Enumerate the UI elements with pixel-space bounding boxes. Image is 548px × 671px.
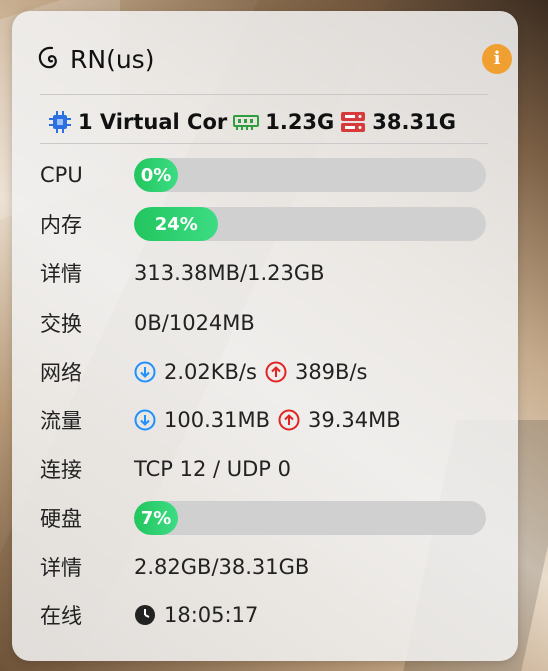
traffic-up-value: 39.34MB xyxy=(308,408,401,432)
cpu-spec: 1 Virtual Cor xyxy=(78,110,228,134)
memory-percent: 24% xyxy=(154,213,198,235)
cpu-chip-icon xyxy=(49,111,71,133)
debian-swirl-icon xyxy=(38,46,57,69)
traffic-row: 流量 100.31MB 39.34MB xyxy=(40,402,488,438)
online-label: 在线 xyxy=(40,604,82,628)
swap-value: 0B/1024MB xyxy=(134,311,255,335)
specs-summary: 1 Virtual Cor 1.23G 38.31G xyxy=(48,104,456,140)
memory-detail-label: 详情 xyxy=(40,262,82,286)
memory-progress-fill: 24% xyxy=(134,207,219,241)
disk-percent: 7% xyxy=(140,507,172,529)
swap-row: 交换 0B/1024MB xyxy=(40,305,488,341)
online-row: 在线 18:05:17 xyxy=(40,597,488,633)
cpu-row: CPU 0% xyxy=(40,157,488,193)
download-arrow-icon xyxy=(134,361,156,383)
traffic-label: 流量 xyxy=(40,409,82,433)
server-title: RN(us) xyxy=(70,45,155,74)
clock-icon xyxy=(135,605,155,625)
disk-detail-row: 详情 2.82GB/38.31GB xyxy=(40,549,488,585)
disk-detail-label: 详情 xyxy=(40,556,82,580)
upload-arrow-icon xyxy=(265,361,287,383)
cpu-percent: 0% xyxy=(140,164,172,186)
upload-arrow-icon xyxy=(278,409,300,431)
disk-detail-value: 2.82GB/38.31GB xyxy=(134,555,310,579)
network-row: 网络 2.02KB/s 389B/s xyxy=(40,354,488,390)
swap-label: 交换 xyxy=(40,312,82,336)
divider-top xyxy=(40,94,488,95)
memory-label: 内存 xyxy=(40,213,82,237)
ram-spec: 1.23G xyxy=(265,110,335,134)
network-down-value: 2.02KB/s xyxy=(164,360,257,384)
connections-value: TCP 12 / UDP 0 xyxy=(134,457,291,481)
card-header: RN(us) i xyxy=(36,36,512,92)
cpu-progress-fill: 0% xyxy=(134,158,178,192)
disk-row: 硬盘 7% xyxy=(40,500,488,536)
memory-detail-row: 详情 313.38MB/1.23GB xyxy=(40,255,488,291)
disk-progress-fill: 7% xyxy=(134,501,178,535)
info-icon[interactable]: i xyxy=(482,44,512,74)
connections-row: 连接 TCP 12 / UDP 0 xyxy=(40,451,488,487)
memory-detail-value: 313.38MB/1.23GB xyxy=(134,261,325,285)
network-up-value: 389B/s xyxy=(294,360,368,384)
download-arrow-icon xyxy=(134,409,156,431)
server-disk-icon xyxy=(341,112,366,132)
online-value: 18:05:17 xyxy=(164,603,259,627)
network-label: 网络 xyxy=(40,361,82,385)
traffic-down-value: 100.31MB xyxy=(164,408,271,432)
connections-label: 连接 xyxy=(40,458,82,482)
cpu-label: CPU xyxy=(40,163,83,187)
disk-spec: 38.31G xyxy=(372,110,456,134)
disk-label: 硬盘 xyxy=(40,507,82,531)
disk-progress-bar: 7% xyxy=(134,501,486,535)
memory-row: 内存 24% xyxy=(40,206,488,242)
cpu-progress-bar: 0% xyxy=(134,158,486,192)
memory-progress-bar: 24% xyxy=(134,207,486,241)
memory-module-icon xyxy=(233,115,260,130)
divider-bottom xyxy=(40,143,488,144)
